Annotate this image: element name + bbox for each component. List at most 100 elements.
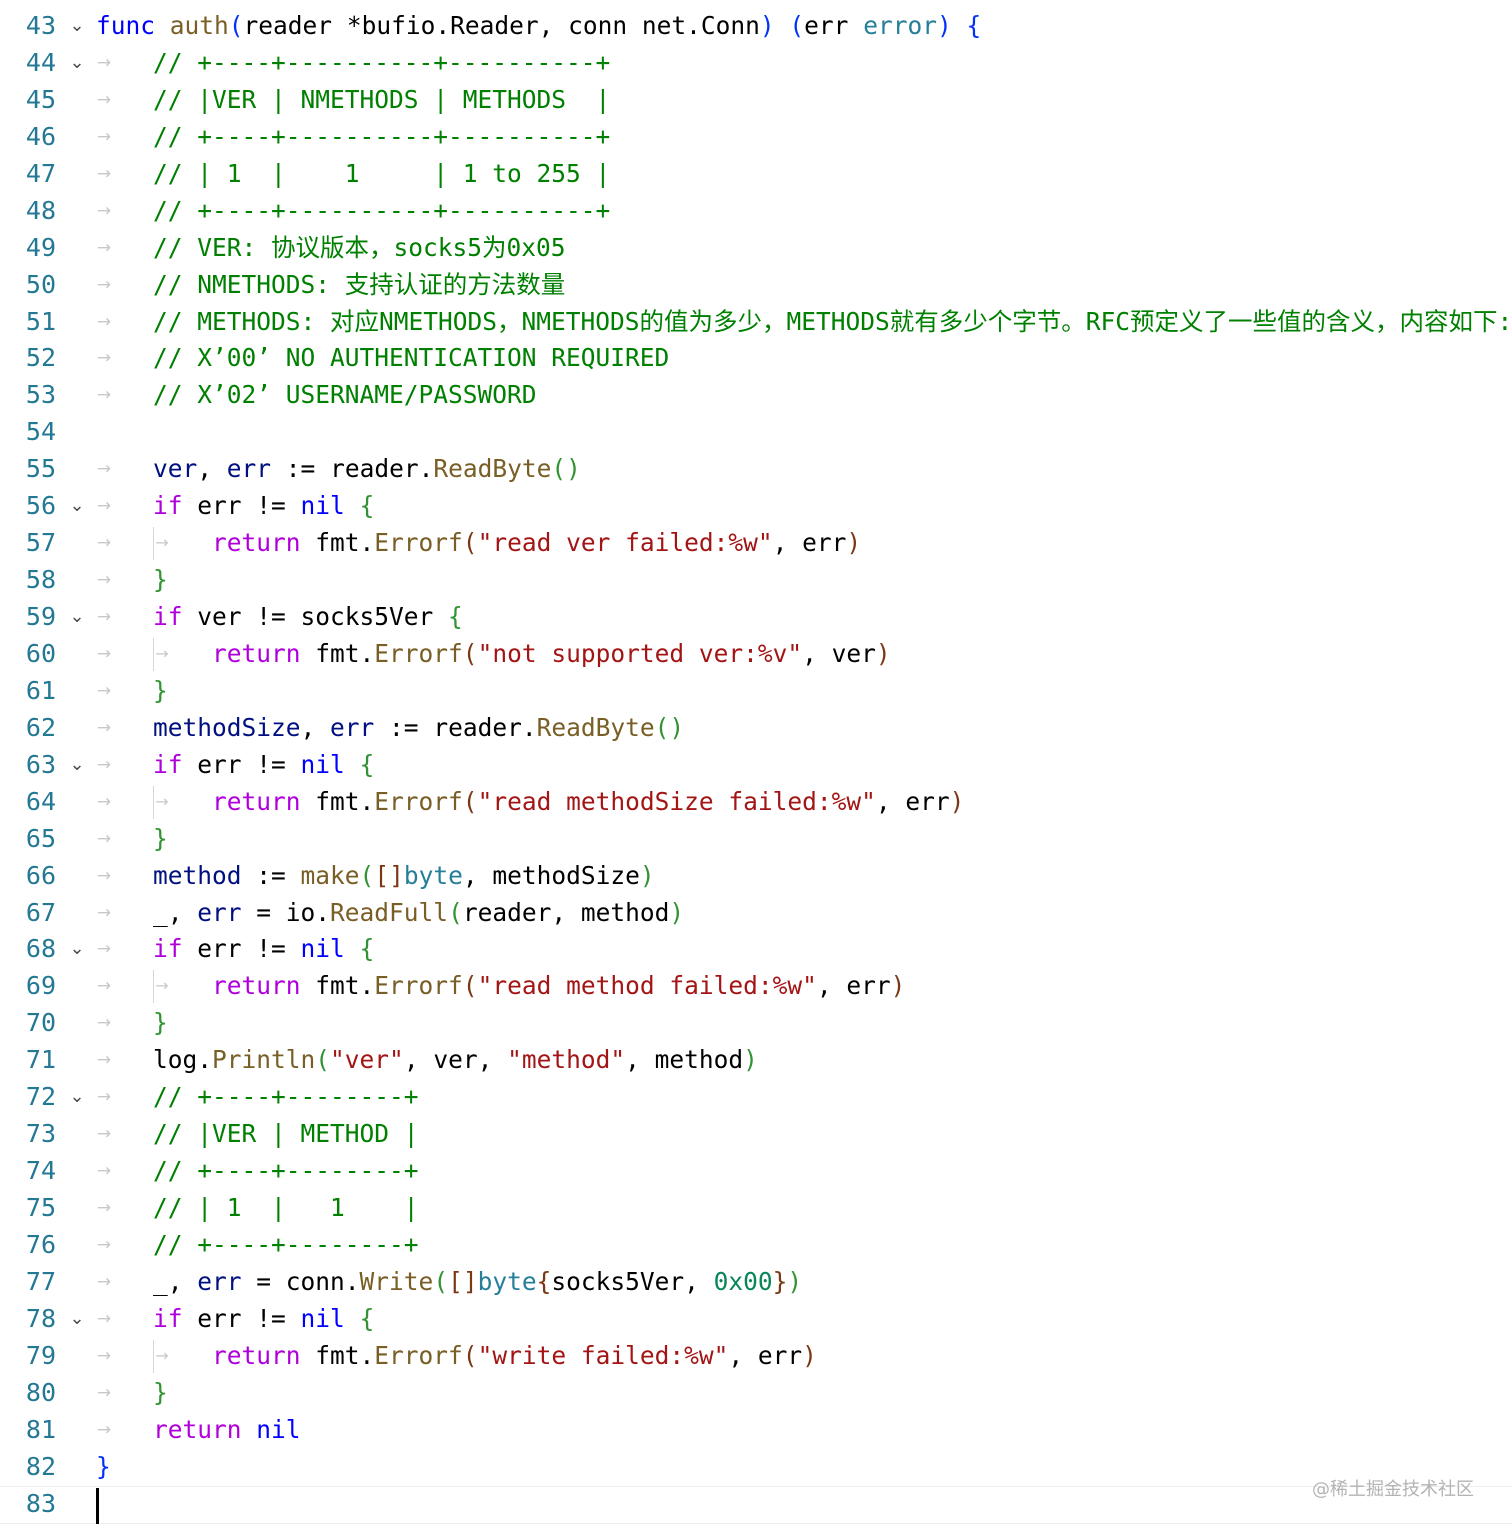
- code-line[interactable]: 56 ⌄ → if err != nil {: [0, 488, 1512, 525]
- code-line[interactable]: 75 → // | 1 | 1 |: [0, 1190, 1512, 1227]
- code-text[interactable]: // +----+--------+: [153, 1153, 419, 1190]
- fold-chevron-icon[interactable]: ⌄: [66, 599, 88, 636]
- code-token: "not supported ver:%v": [477, 638, 803, 668]
- code-text[interactable]: }: [153, 562, 168, 599]
- code-line[interactable]: 60 → → return fmt.Errorf("not supported ver…: [0, 636, 1512, 673]
- code-line[interactable]: 68 ⌄ → if err != nil {: [0, 931, 1512, 968]
- code-line[interactable]: 46 → // +----+----------+----------+: [0, 119, 1512, 156]
- code-line[interactable]: 77 → _, err = conn.Write([]byte{socks5Ver,…: [0, 1264, 1512, 1301]
- code-text[interactable]: func auth(reader *bufio.Reader, conn net…: [96, 8, 981, 45]
- code-line[interactable]: 48 → // +----+----------+----------+: [0, 193, 1512, 230]
- code-line[interactable]: 76 → // +----+--------+: [0, 1227, 1512, 1264]
- code-text[interactable]: return fmt.Errorf("read methodSize faile…: [212, 784, 964, 821]
- code-text[interactable]: ver, err := reader.ReadByte(): [153, 451, 581, 488]
- fold-chevron-icon[interactable]: ⌄: [66, 8, 88, 45]
- code-line[interactable]: 45 → // |VER | NMETHODS | METHODS |: [0, 82, 1512, 119]
- code-line[interactable]: 65 →}: [0, 821, 1512, 858]
- code-line[interactable]: 43 ⌄ func auth(reader *bufio.Reader, conn …: [0, 8, 1512, 45]
- code-line[interactable]: 55 → ver, err := reader.ReadByte(): [0, 451, 1512, 488]
- code-text[interactable]: if err != nil {: [153, 931, 374, 968]
- code-line[interactable]: 67 → _, err = io.ReadFull(reader, method): [0, 895, 1512, 932]
- code-text[interactable]: // +----+----------+----------+: [153, 45, 610, 82]
- code-line[interactable]: 81 → return nil: [0, 1412, 1512, 1449]
- code-line[interactable]: 52 → // X’00’ NO AUTHENTICATION REQUIRED: [0, 340, 1512, 377]
- code-line[interactable]: 49 → // VER: 协议版本，socks5为0x05: [0, 230, 1512, 267]
- code-text[interactable]: }: [153, 821, 168, 858]
- code-line[interactable]: 53 → // X’02’ USERNAME/PASSWORD: [0, 377, 1512, 414]
- fold-chevron-icon[interactable]: ⌄: [66, 45, 88, 82]
- code-text[interactable]: // X’00’ NO AUTHENTICATION REQUIRED: [153, 340, 669, 377]
- code-line[interactable]: 80 →}: [0, 1375, 1512, 1412]
- fold-chevron-icon[interactable]: ⌄: [66, 1079, 88, 1116]
- code-line[interactable]: 78 ⌄ → if err != nil {: [0, 1301, 1512, 1338]
- code-text[interactable]: return fmt.Errorf("read method failed:%w…: [212, 968, 905, 1005]
- code-line[interactable]: 73 → // |VER | METHOD |: [0, 1116, 1512, 1153]
- code-text[interactable]: // +----+----------+----------+: [153, 193, 610, 230]
- fold-chevron-icon[interactable]: ⌄: [66, 931, 88, 968]
- code-text[interactable]: }: [153, 1375, 168, 1412]
- code-text[interactable]: return nil: [153, 1412, 301, 1449]
- code-line[interactable]: 62 → methodSize, err := reader.ReadByte(): [0, 710, 1512, 747]
- code-text[interactable]: // +----+----------+----------+: [153, 119, 610, 156]
- code-line[interactable]: 50 → // NMETHODS: 支持认证的方法数量: [0, 267, 1512, 304]
- code-line[interactable]: 64 → → return fmt.Errorf("read methodSize f…: [0, 784, 1512, 821]
- code-token: ReadFull: [330, 897, 449, 927]
- code-text[interactable]: return fmt.Errorf("read ver failed:%w", …: [212, 525, 861, 562]
- code-text[interactable]: // | 1 | 1 |: [153, 1190, 419, 1227]
- code-text[interactable]: // |VER | METHOD |: [153, 1116, 419, 1153]
- code-text[interactable]: return fmt.Errorf("not supported ver:%v"…: [212, 636, 891, 673]
- code-line[interactable]: 71 → log.Println("ver", ver, "method", met…: [0, 1042, 1512, 1079]
- code-line[interactable]: 74 → // +----+--------+: [0, 1153, 1512, 1190]
- code-text[interactable]: if ver != socks5Ver {: [153, 599, 463, 636]
- code-text[interactable]: }: [96, 1449, 111, 1486]
- fold-chevron-icon[interactable]: ⌄: [66, 488, 88, 525]
- code-text[interactable]: if err != nil {: [153, 747, 374, 784]
- code-line[interactable]: 70 →}: [0, 1005, 1512, 1042]
- code-text[interactable]: // NMETHODS: 支持认证的方法数量: [153, 267, 565, 304]
- code-line[interactable]: 82}: [0, 1449, 1512, 1486]
- code-token: return: [153, 1414, 257, 1444]
- code-text[interactable]: // | 1 | 1 | 1 to 255 |: [153, 156, 610, 193]
- whitespace-tab-icon: →: [96, 1087, 112, 1108]
- code-line[interactable]: 72 ⌄ → // +----+--------+: [0, 1079, 1512, 1116]
- code-text[interactable]: // VER: 协议版本，socks5为0x05: [153, 230, 566, 267]
- code-line[interactable]: 47 → // | 1 | 1 | 1 to 255 |: [0, 156, 1512, 193]
- code-line[interactable]: 59 ⌄ → if ver != socks5Ver {: [0, 599, 1512, 636]
- code-text[interactable]: if err != nil {: [153, 488, 374, 525]
- code-text[interactable]: // X’02’ USERNAME/PASSWORD: [153, 377, 537, 414]
- code-text[interactable]: return fmt.Errorf("write failed:%w", err…: [212, 1338, 817, 1375]
- code-text[interactable]: // +----+--------+: [153, 1227, 419, 1264]
- code-text[interactable]: // |VER | NMETHODS | METHODS |: [153, 82, 610, 119]
- code-token: }: [772, 1266, 788, 1296]
- code-text[interactable]: _, err = io.ReadFull(reader, method): [153, 895, 684, 932]
- whitespace-tab-icon: →: [96, 1161, 112, 1182]
- code-text[interactable]: }: [153, 673, 168, 710]
- code-line[interactable]: 44 ⌄ → // +----+----------+----------+: [0, 45, 1512, 82]
- code-line[interactable]: 51 → // METHODS: 对应NMETHODS，NMETHODS的值为多少，…: [0, 304, 1512, 341]
- code-text[interactable]: // METHODS: 对应NMETHODS，NMETHODS的值为多少，MET…: [153, 304, 1512, 341]
- fold-chevron-icon[interactable]: ⌄: [66, 1301, 88, 1338]
- code-line[interactable]: 83: [0, 1485, 1512, 1524]
- code-editor[interactable]: 43 ⌄ func auth(reader *bufio.Reader, conn …: [0, 8, 1512, 1524]
- code-text[interactable]: // +----+--------+: [153, 1079, 419, 1116]
- code-token: return: [212, 1340, 316, 1370]
- code-line[interactable]: 61 →}: [0, 673, 1512, 710]
- code-line[interactable]: 66 → method := make([]byte, methodSize): [0, 858, 1512, 895]
- code-line[interactable]: 79 → → return fmt.Errorf("write failed:%w",…: [0, 1338, 1512, 1375]
- code-token: fmt.: [315, 638, 375, 668]
- code-line[interactable]: 63 ⌄ → if err != nil {: [0, 747, 1512, 784]
- code-text[interactable]: if err != nil {: [153, 1301, 374, 1338]
- code-token: "ver": [330, 1045, 404, 1075]
- code-token: (: [462, 1340, 478, 1370]
- code-text[interactable]: methodSize, err := reader.ReadByte(): [153, 710, 684, 747]
- fold-chevron-icon[interactable]: ⌄: [66, 747, 88, 784]
- code-text[interactable]: _, err = conn.Write([]byte{socks5Ver, 0x…: [153, 1264, 802, 1301]
- code-text[interactable]: log.Println("ver", ver, "method", method…: [153, 1042, 758, 1079]
- code-text[interactable]: }: [153, 1005, 168, 1042]
- code-line[interactable]: 69 → → return fmt.Errorf("read method faile…: [0, 968, 1512, 1005]
- code-line[interactable]: 57 → → return fmt.Errorf("read ver failed:%…: [0, 525, 1512, 562]
- code-line[interactable]: 58 →}: [0, 562, 1512, 599]
- code-text[interactable]: method := make([]byte, methodSize): [153, 858, 655, 895]
- code-line[interactable]: 54: [0, 414, 1512, 451]
